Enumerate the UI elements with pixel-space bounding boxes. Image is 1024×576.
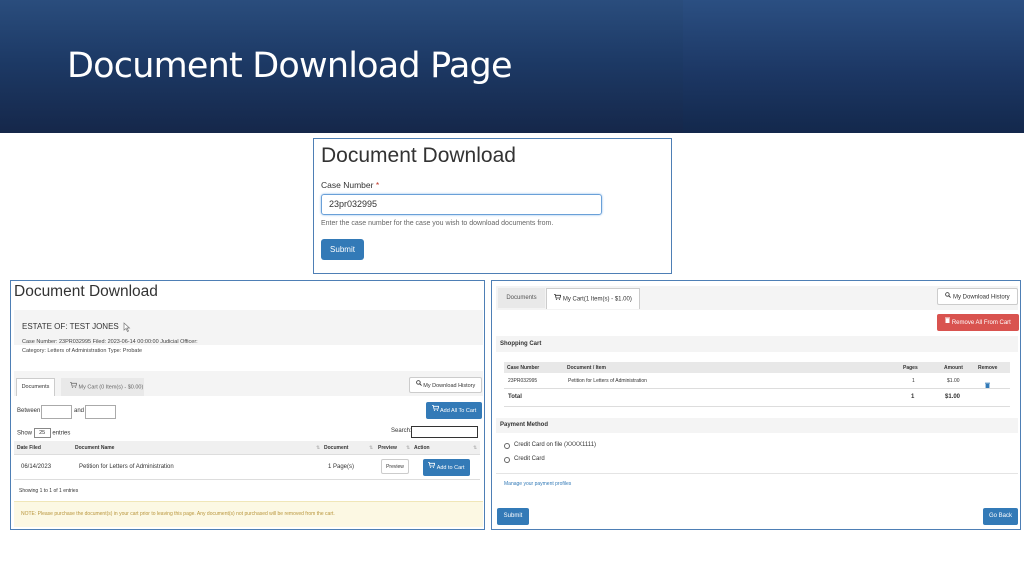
panel-heading: Document Download (14, 283, 158, 300)
cart-icon (431, 402, 440, 419)
cell-date: 06/14/2023 (21, 464, 52, 470)
documents-panel: Document Download ESTATE OF: TEST JONES … (10, 280, 485, 530)
column-header-document[interactable]: Document (324, 445, 348, 451)
sort-icon: ⇅ (369, 445, 374, 451)
slide-title: Document Download Page (67, 46, 512, 86)
cart-panel: Documents My Cart(1 Item(s) - $1.00) My … (491, 280, 1021, 530)
payment-method-header (496, 418, 1018, 433)
panel-heading: Document Download (321, 144, 516, 167)
total-pages: 1 (911, 394, 915, 400)
go-back-button[interactable]: Go Back (983, 508, 1018, 525)
remove-all-from-cart-button[interactable]: Remove All From Cart (937, 314, 1019, 331)
trash-icon (945, 314, 951, 331)
column-header-amount: Amount (944, 365, 963, 371)
slide: Document Download Page Document Download… (0, 0, 1024, 576)
cart-icon (554, 289, 562, 309)
date-to-input[interactable] (85, 405, 116, 419)
column-header-date[interactable]: Date Filed (17, 445, 41, 451)
cart-icon (428, 459, 436, 476)
submit-button[interactable]: Submit (497, 508, 529, 525)
tab-my-cart[interactable]: My Cart (0 Item(s) - $0.00) (61, 378, 144, 396)
sort-icon: ⇅ (316, 445, 321, 451)
sort-icon: ⇅ (406, 445, 411, 451)
column-header-document-name[interactable]: Document Name (75, 445, 114, 451)
add-all-to-cart-button[interactable]: Add All To Cart (426, 402, 482, 419)
payment-divider (496, 473, 1018, 474)
and-label: and (74, 408, 85, 414)
total-amount: $1.00 (945, 394, 961, 400)
cell-case-number: 23PR032995 (508, 378, 538, 384)
total-divider (504, 406, 1010, 407)
total-label: Total (508, 394, 522, 400)
payment-option-label: Credit Card (514, 456, 545, 462)
page-size-control: Show 25 entries (17, 428, 71, 438)
column-header-pages: Pages (903, 365, 918, 371)
trash-icon[interactable] (985, 376, 990, 394)
page-size-select[interactable]: 25 (33, 428, 51, 438)
cart-icon (70, 378, 78, 396)
case-search-panel: Document Download Case Number * 23pr0329… (313, 138, 672, 274)
search-icon (415, 378, 422, 393)
payment-method-heading: Payment Method (500, 422, 549, 428)
entries-summary: Showing 1 to 1 of 1 entries (19, 488, 79, 494)
case-details: Case Number: 23PR032995 Filed: 2023-06-1… (22, 339, 198, 345)
download-history-button[interactable]: My Download History (409, 377, 482, 393)
submit-button[interactable]: Submit (321, 239, 364, 260)
cell-amount: $1.00 (947, 378, 960, 384)
mouse-cursor-icon (123, 322, 131, 334)
cell-document-item: Petition for Letters of Administration (568, 378, 647, 384)
date-from-input[interactable] (41, 405, 72, 419)
between-label: Between (17, 408, 41, 414)
shopping-cart-heading: Shopping Cart (500, 341, 542, 347)
add-to-cart-button[interactable]: Add to Cart (423, 459, 470, 476)
search-icon (945, 289, 952, 305)
banner-shade (683, 0, 1024, 133)
tab-my-cart[interactable]: My Cart(1 Item(s) - $1.00) (546, 288, 640, 309)
case-category: Category: Letters of Administration Type… (22, 348, 143, 354)
preview-button[interactable]: Preview (381, 459, 409, 474)
estate-name: ESTATE OF: TEST JONES (22, 322, 119, 331)
search-label: Search: (391, 428, 412, 434)
column-header-document-item: Document / Item (567, 365, 606, 371)
tab-documents[interactable]: Documents (16, 378, 55, 396)
tab-documents[interactable]: Documents (498, 288, 545, 308)
required-mark: * (375, 180, 380, 190)
title-banner: Document Download Page (0, 0, 1024, 133)
column-header-action: Action (414, 445, 430, 451)
cell-pages: 1 (912, 378, 915, 384)
case-number-help: Enter the case number for the case you w… (321, 220, 554, 227)
payment-radio-credit-card[interactable] (504, 457, 510, 463)
payment-radio-card-on-file[interactable] (504, 443, 510, 449)
column-header-case-number: Case Number (507, 365, 540, 371)
shopping-cart-header (496, 336, 1018, 352)
search-input[interactable] (411, 426, 478, 438)
cell-document-name: Petition for Letters of Administration (79, 464, 174, 470)
cart-note-text: NOTE: Please purchase the document(s) in… (21, 511, 335, 517)
cell-pages: 1 Page(s) (328, 464, 355, 470)
case-number-input[interactable]: 23pr032995 (321, 194, 602, 215)
case-number-label: Case Number * (321, 180, 380, 190)
row-divider (504, 388, 1010, 389)
sort-icon: ⇅ (473, 445, 478, 451)
column-header-remove: Remove (978, 365, 998, 371)
payment-option-label: Credit Card on file (XXXX1111) (514, 442, 597, 448)
download-history-button[interactable]: My Download History (937, 288, 1018, 305)
manage-payment-profiles-link[interactable]: Manage your payment profiles (504, 481, 571, 487)
column-header-preview: Preview (378, 445, 397, 451)
